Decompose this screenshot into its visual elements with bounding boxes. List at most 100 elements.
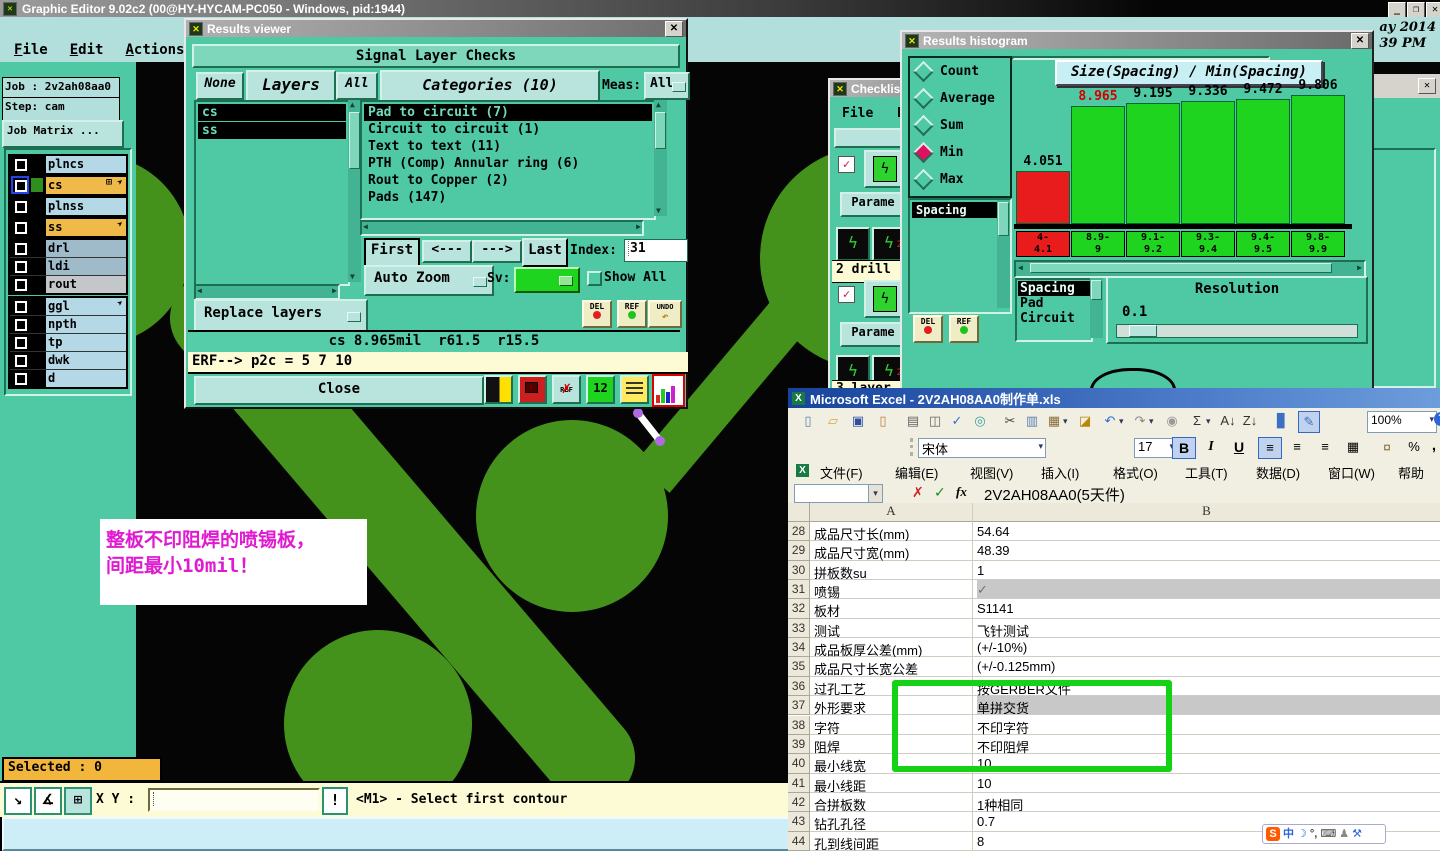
row-header[interactable]: 41 — [788, 773, 810, 793]
category-item[interactable]: Circuit to circuit (1) — [364, 121, 652, 138]
table-row[interactable]: 成品板厚公差(mm) (+/-10%) — [810, 638, 1440, 658]
layer-row-plnss[interactable]: plnss — [10, 198, 126, 215]
layer-visibility-checkbox[interactable] — [13, 241, 27, 255]
command-bar[interactable] — [2, 817, 790, 851]
cell-b[interactable]: 54.64 — [977, 524, 1440, 539]
save-icon[interactable]: ▣ — [848, 411, 868, 431]
categories-hscrollbar[interactable]: ◀ ▶ — [360, 220, 644, 236]
excel-grid[interactable]: A B 28 成品尺寸长(mm) 54.64 29 成品尺寸宽(mm) 48.39 30 拼板… — [788, 503, 1440, 851]
cell-b[interactable]: 10 — [977, 776, 1440, 791]
cell-a[interactable]: 孔到线间距 — [814, 834, 972, 851]
categories-list-scrollbar[interactable]: ▲ ▼ — [654, 100, 667, 216]
excel-title-bar[interactable]: X Microsoft Excel - 2V2AH08AA0制作单.xls — [788, 388, 1440, 408]
enter-icon[interactable]: ✓ — [934, 484, 946, 501]
print-icon[interactable]: ▤ — [903, 411, 923, 431]
cell-a[interactable]: 板材 — [814, 601, 972, 620]
viewer-close-button[interactable]: Close — [194, 376, 484, 405]
row-header[interactable]: 31 — [788, 580, 810, 600]
comma-button[interactable]: , — [1428, 437, 1440, 457]
row-header[interactable]: 37 — [788, 696, 810, 716]
cancel-icon[interactable]: ✗ — [912, 484, 924, 501]
cell-b[interactable]: 飞针测试 — [977, 621, 1440, 640]
menu-file[interactable]: File — [14, 42, 48, 58]
show-all-checkbox[interactable] — [587, 271, 602, 286]
sv-color-dropdown[interactable] — [514, 267, 580, 293]
layer-visibility-checkbox[interactable] — [13, 220, 27, 234]
layer-visibility-checkbox[interactable] — [13, 199, 27, 213]
excel-menu-1[interactable]: 编辑(E) — [895, 463, 938, 482]
bold-button[interactable]: B — [1172, 437, 1196, 459]
layer-name[interactable]: tp — [46, 334, 126, 351]
auto-zoom-dropdown[interactable]: Auto Zoom — [364, 265, 494, 296]
layer-name[interactable]: npth — [46, 316, 126, 333]
row-header[interactable]: 43 — [788, 812, 810, 832]
permission-icon[interactable]: ▯ — [873, 411, 893, 431]
layer-row-ldi[interactable]: ldi — [10, 258, 126, 276]
layer-visibility-checkbox[interactable] — [13, 259, 27, 273]
layer-row-d[interactable]: d — [10, 370, 126, 387]
measure-item-pad[interactable]: Pad — [1018, 296, 1090, 311]
layer-row-ss[interactable]: ss ➤ — [10, 218, 127, 236]
format-painter-icon[interactable]: ◪ — [1075, 411, 1095, 431]
layer-name[interactable]: ggl ➤ — [46, 297, 127, 315]
del-button[interactable]: DEL — [582, 300, 612, 328]
run-action-icon[interactable]: ϟ — [836, 227, 870, 261]
soft-keyboard-icon[interactable]: ⌨ — [1320, 827, 1336, 841]
undo-icon[interactable]: ↶ — [1100, 411, 1120, 431]
row-header[interactable]: 38 — [788, 715, 810, 735]
name-box-dropdown[interactable]: ▾ — [868, 484, 883, 503]
layer-visibility-checkbox[interactable] — [13, 157, 27, 171]
layer-row-cs[interactable]: cs ➤ ⊞ — [10, 176, 127, 194]
background-window-close-button[interactable]: ✕ — [1418, 78, 1436, 94]
category-item[interactable]: PTH (Comp) Annular ring (6) — [364, 155, 652, 172]
layer-row-ggl[interactable]: ggl ➤ — [10, 297, 127, 316]
histogram-ref-button[interactable]: REF — [949, 315, 979, 343]
cell-a[interactable]: 拼板数su — [814, 563, 972, 582]
grid-button[interactable]: ⊞ — [64, 787, 92, 815]
sort-desc-icon[interactable]: Z↓ — [1240, 411, 1260, 431]
histogram-del-button[interactable]: DEL — [913, 315, 943, 343]
screen-icon[interactable] — [518, 375, 547, 404]
cell-b[interactable]: (+/-10%) — [977, 640, 1440, 655]
parameters-button[interactable]: Parame — [840, 192, 906, 217]
table-row[interactable]: 喷锡 ✓ — [810, 580, 1440, 600]
check-step1-checkbox[interactable]: ✓ — [838, 156, 855, 173]
first-button[interactable]: First — [364, 238, 420, 267]
parameters2-button[interactable]: Parame — [840, 322, 906, 347]
job-matrix-button[interactable]: Job Matrix ... — [2, 120, 124, 148]
percent-button[interactable]: % — [1404, 437, 1424, 457]
undo-icon-dropdown[interactable]: ▾ — [1119, 416, 1124, 427]
stat-option-sum[interactable]: Sum — [912, 114, 963, 137]
cell-a[interactable]: 钻孔孔径 — [814, 814, 972, 833]
table-row[interactable]: 拼板数su 1 — [810, 560, 1440, 582]
drawing-icon[interactable]: ✎ — [1298, 411, 1320, 433]
layer-visibility-checkbox[interactable] — [13, 317, 27, 331]
layers-list-hscrollbar[interactable]: ◀ ▶ — [194, 284, 340, 300]
currency-button[interactable]: ¤ — [1376, 437, 1398, 457]
fx-icon[interactable]: fx — [956, 484, 967, 500]
category-item[interactable]: Pad to circuit (7) — [364, 104, 652, 121]
font-name-dropdown[interactable]: 宋体 ▾ — [918, 438, 1046, 458]
cell-b[interactable]: S1141 — [977, 601, 1440, 616]
measure-button[interactable]: ∡ — [34, 787, 62, 815]
excel-menu-6[interactable]: 数据(D) — [1256, 463, 1300, 482]
result-layer-item-cs[interactable]: cs — [198, 104, 346, 121]
cell-b[interactable]: 48.39 — [977, 543, 1440, 558]
input-method-bar[interactable]: S 中 ☽ °, ⌨ ♟ ⚒ — [1262, 824, 1386, 844]
new-icon[interactable]: ▯ — [798, 411, 818, 431]
numbering-icon[interactable]: 12 — [586, 375, 615, 404]
row-header[interactable]: 30 — [788, 560, 810, 581]
merge-center-button[interactable]: ▦ — [1342, 437, 1364, 457]
excel-menu-5[interactable]: 工具(T) — [1185, 463, 1228, 482]
ref-off-icon[interactable]: REF ✗ — [552, 375, 581, 404]
layer-visibility-checkbox[interactable] — [13, 277, 27, 291]
layer-name[interactable]: dwk — [46, 352, 126, 369]
report-icon[interactable] — [620, 375, 649, 404]
ref-button[interactable]: REF — [617, 300, 647, 328]
toolbox-icon[interactable]: ⚒ — [1352, 827, 1362, 841]
punctuation-icon[interactable]: °, — [1310, 827, 1317, 841]
paste-icon-dropdown[interactable]: ▾ — [1063, 416, 1068, 427]
layer-row-npth[interactable]: npth — [10, 316, 126, 334]
excel-menu-3[interactable]: 插入(I) — [1041, 463, 1079, 482]
categories-button[interactable]: Categories (10) — [380, 70, 600, 104]
